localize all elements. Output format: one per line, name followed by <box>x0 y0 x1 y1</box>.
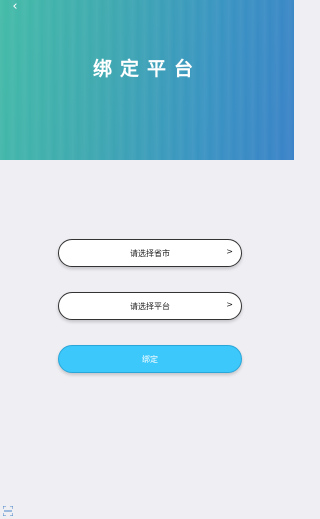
back-icon[interactable]: ‹ <box>8 0 22 14</box>
page-title: 绑定平台 <box>92 58 201 80</box>
province-select-label: 请选择省市 <box>130 248 170 258</box>
province-select[interactable]: 请选择省市 > <box>58 239 242 267</box>
chevron-right-icon: > <box>226 247 233 256</box>
header-banner: ‹ 绑定平台 <box>0 0 294 160</box>
bind-button[interactable]: 绑定 <box>58 345 242 373</box>
platform-select-label: 请选择平台 <box>130 301 170 311</box>
chevron-right-icon: > <box>226 300 233 309</box>
bind-button-label: 绑定 <box>142 354 158 364</box>
platform-select[interactable]: 请选择平台 > <box>58 292 242 320</box>
scan-icon[interactable] <box>3 506 13 516</box>
